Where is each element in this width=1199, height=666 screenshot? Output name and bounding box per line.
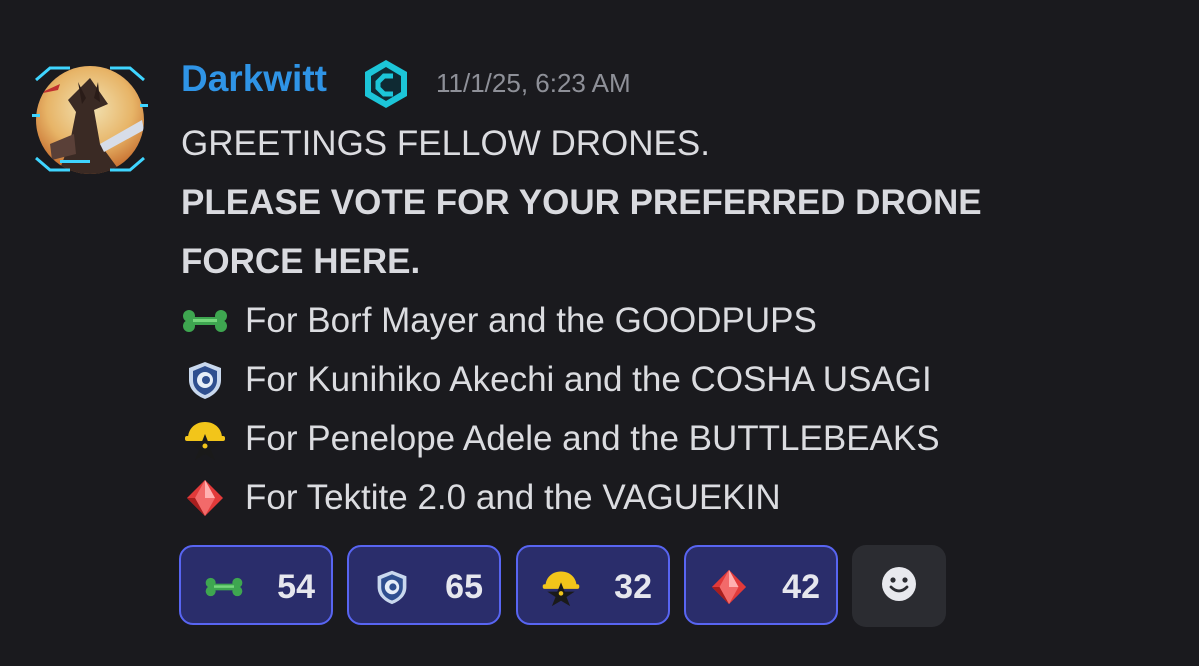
- message-content: GREETINGS FELLOW DRONES. PLEASE VOTE FOR…: [181, 114, 1171, 527]
- smiley-icon: [879, 564, 919, 609]
- vote-option-text: For Kunihiko Akechi and the COSHA USAGI: [245, 360, 932, 399]
- vote-option: For Penelope Adele and the BUTTLEBEAKS: [181, 409, 1171, 468]
- message-timestamp: 11/1/25, 6:23 AM: [436, 68, 631, 98]
- reaction-count: 65: [445, 568, 483, 606]
- vote-option: For Kunihiko Akechi and the COSHA USAGI: [181, 350, 1171, 409]
- vote-option: For Tektite 2.0 and the VAGUEKIN: [181, 468, 1171, 527]
- reaction-count: 32: [614, 568, 652, 606]
- reaction-count: 54: [277, 568, 315, 606]
- hardhat-star-icon: [181, 419, 229, 460]
- reaction-red-gem[interactable]: 42: [684, 545, 838, 625]
- reaction-shield[interactable]: 65: [347, 545, 501, 625]
- reaction-count: 42: [782, 568, 820, 606]
- vote-option-text: For Tektite 2.0 and the VAGUEKIN: [245, 478, 781, 517]
- reaction-bone[interactable]: 54: [179, 545, 333, 625]
- reaction-hardhat-star[interactable]: 32: [516, 545, 670, 625]
- vote-option-text: For Borf Mayer and the GOODPUPS: [245, 301, 817, 340]
- user-avatar[interactable]: [30, 64, 150, 174]
- shield-icon: [181, 360, 229, 400]
- message-line-bold: PLEASE VOTE FOR YOUR PREFERRED DRONE: [181, 183, 982, 222]
- bone-icon: [181, 301, 229, 341]
- vote-option: For Borf Mayer and the GOODPUPS: [181, 291, 1171, 350]
- red-gem-icon: [181, 478, 229, 518]
- message-line: GREETINGS FELLOW DRONES.: [181, 124, 710, 163]
- red-gem-icon: [706, 567, 752, 607]
- add-reaction-button[interactable]: [852, 545, 946, 627]
- message-line-bold: FORCE HERE.: [181, 242, 421, 281]
- author-name[interactable]: Darkwitt: [181, 58, 327, 100]
- bone-icon: [201, 567, 247, 607]
- vote-option-text: For Penelope Adele and the BUTTLEBEAKS: [245, 419, 940, 458]
- server-tag-badge-icon[interactable]: [362, 58, 410, 110]
- hardhat-star-icon: [538, 567, 584, 607]
- chat-message: Darkwitt 11/1/25, 6:23 AM GREETINGS FELL…: [0, 0, 1199, 666]
- shield-icon: [369, 567, 415, 607]
